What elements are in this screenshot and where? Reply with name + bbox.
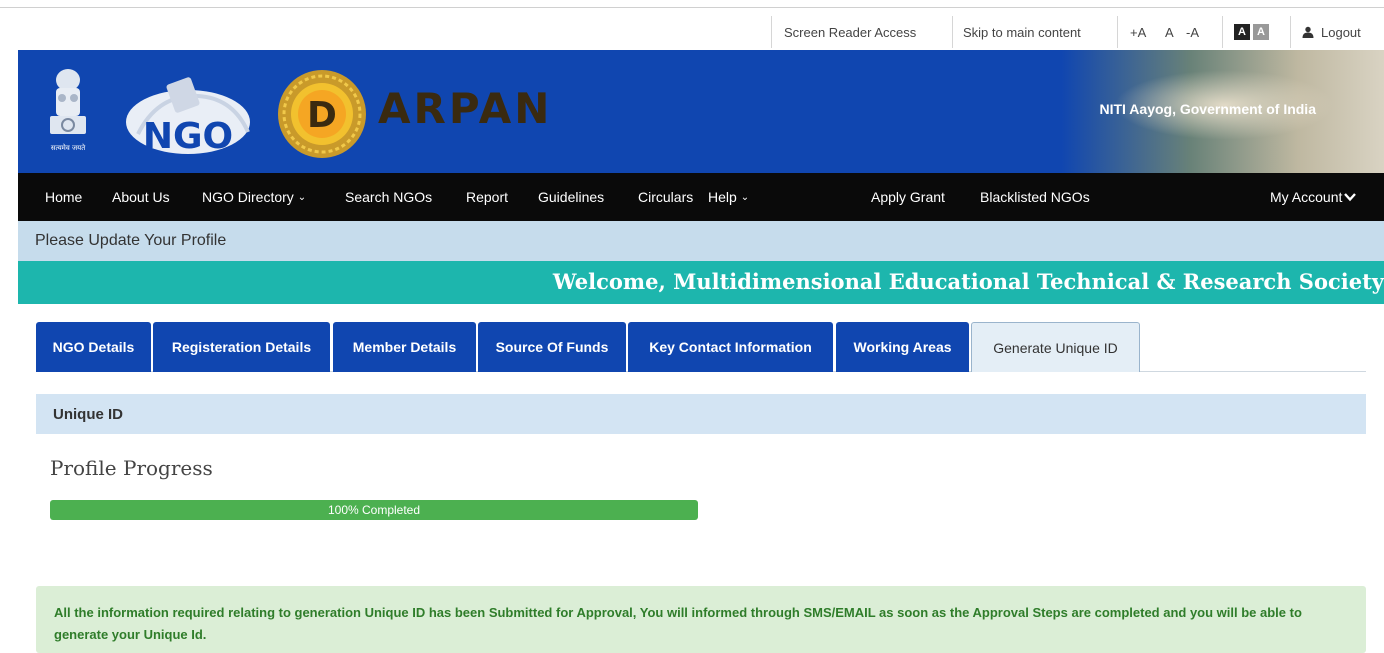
nav-blacklisted-ngos[interactable]: Blacklisted NGOs [980, 173, 1090, 221]
tab-working-areas[interactable]: Working Areas [836, 322, 969, 372]
nav-search-ngos[interactable]: Search NGOs [345, 173, 432, 221]
contrast-controls: A A [1234, 14, 1269, 50]
tab-source-of-funds[interactable]: Source Of Funds [478, 322, 626, 372]
profile-update-notice: Please Update Your Profile [18, 221, 1384, 261]
font-decrease-button[interactable]: -A [1186, 14, 1199, 50]
utility-divider [1117, 16, 1118, 48]
progress-fill: 100% Completed [50, 500, 698, 520]
logout-button[interactable]: Logout [1302, 14, 1361, 50]
tab-key-contact-information[interactable]: Key Contact Information [628, 322, 833, 372]
main-navigation: Home About Us NGO Directory ⌄ Search NGO… [18, 173, 1384, 221]
tab-generate-unique-id[interactable]: Generate Unique ID [971, 322, 1140, 372]
darpan-d-logo-icon: D [278, 70, 366, 158]
tab-member-details[interactable]: Member Details [333, 322, 476, 372]
niti-aayog-text: NITI Aayog, Government of India [1099, 101, 1316, 117]
ngo-logo-text: NGO [143, 116, 233, 154]
darpan-initial: D [307, 95, 337, 136]
nav-my-account-label: My Account [1270, 189, 1343, 205]
browser-top-strip [0, 0, 1384, 8]
welcome-banner: Welcome, Multidimensional Educational Te… [18, 261, 1384, 304]
chevron-down-icon: ⌄ [740, 191, 750, 203]
chevron-down-icon [1344, 193, 1357, 202]
darpan-wordmark: ARPAN [378, 84, 553, 133]
utility-divider [1290, 16, 1291, 48]
tab-registeration-details[interactable]: Registeration Details [153, 322, 330, 372]
nav-ngo-directory-label: NGO Directory [202, 189, 294, 205]
nav-apply-grant[interactable]: Apply Grant [871, 173, 945, 221]
welcome-text: Welcome, Multidimensional Educational Te… [552, 269, 1384, 294]
header-banner: सत्यमेव जयते NGO D ARPAN NITI Aayog, Gov… [18, 50, 1384, 173]
nav-home[interactable]: Home [45, 173, 82, 221]
skip-to-content-link[interactable]: Skip to main content [963, 14, 1081, 50]
nav-my-account[interactable]: My Account [1270, 173, 1357, 221]
nav-help-label: Help [708, 189, 737, 205]
nav-guidelines[interactable]: Guidelines [538, 173, 604, 221]
logout-label: Logout [1321, 24, 1361, 40]
profile-progress-bar: 100% Completed [50, 500, 698, 520]
utility-bar: Screen Reader Access Skip to main conten… [0, 14, 1384, 50]
normal-contrast-button[interactable]: A [1253, 24, 1269, 40]
tab-ngo-details[interactable]: NGO Details [36, 322, 151, 372]
nav-report[interactable]: Report [466, 173, 508, 221]
nav-help[interactable]: Help ⌄ [708, 173, 749, 221]
profile-progress-title: Profile Progress [50, 456, 213, 480]
ngo-logo-icon: NGO [126, 77, 250, 154]
nav-circulars[interactable]: Circulars [638, 173, 693, 221]
utility-divider [952, 16, 953, 48]
screen-reader-link[interactable]: Screen Reader Access [784, 14, 916, 50]
utility-divider [1222, 16, 1223, 48]
font-increase-button[interactable]: +A [1130, 14, 1146, 50]
user-icon [1302, 26, 1314, 38]
chevron-down-icon: ⌄ [297, 191, 307, 203]
utility-divider [771, 16, 772, 48]
approval-alert: All the information required relating to… [36, 586, 1366, 653]
nav-about-us[interactable]: About Us [112, 173, 170, 221]
high-contrast-button[interactable]: A [1234, 24, 1250, 40]
national-emblem-icon: सत्यमेव जयते [50, 69, 86, 152]
section-title: Unique ID [36, 394, 1366, 434]
nav-ngo-directory[interactable]: NGO Directory ⌄ [202, 173, 306, 221]
font-normal-button[interactable]: A [1165, 14, 1174, 50]
emblem-caption: सत्यमेव जयते [51, 143, 86, 152]
